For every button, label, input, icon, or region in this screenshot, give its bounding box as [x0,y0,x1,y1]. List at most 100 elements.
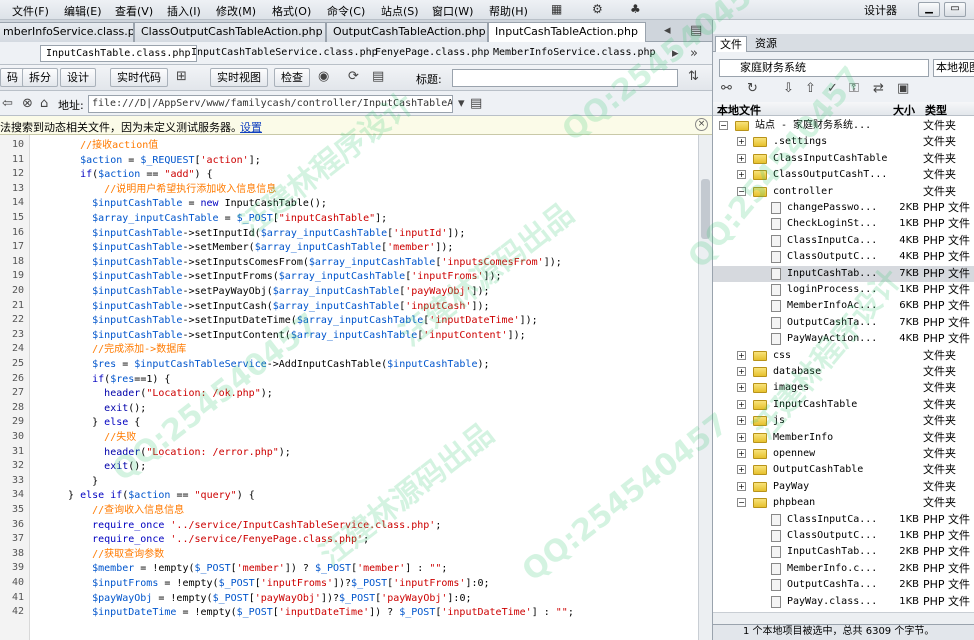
file-management-icon[interactable]: ⇅ [688,69,699,84]
tree-file-row[interactable]: InputCashTab... 7KB PHP 文件 [713,265,974,282]
expand-icon[interactable]: + [737,367,746,376]
maximize-icon[interactable]: ▭ [944,2,966,17]
tree-folder-row[interactable]: − controller 文件夹 [713,184,974,200]
view-select[interactable]: 本地视图 [933,59,974,77]
tab-scroll-left-icon[interactable]: ◂ [664,23,671,38]
close-icon[interactable]: × [695,118,708,131]
code-line[interactable]: $inputFroms = !empty($_POST['inputFroms'… [56,577,489,591]
tree-folder-row[interactable]: + images 文件夹 [713,380,974,396]
code-line[interactable]: } else { [56,416,140,430]
code-line[interactable]: } [56,475,98,489]
code-line[interactable]: $inputCashTable->setInputCash($array_inp… [56,300,489,314]
tree-file-row[interactable]: PayWayAction... 4KB PHP 文件 [713,331,974,347]
code-line[interactable]: //查询收入信息信息 [56,504,184,518]
expand-icon[interactable]: + [737,465,746,475]
menu-item-1[interactable]: 编辑(E) [64,3,102,19]
visual-aids-icon[interactable]: ▤ [372,69,384,84]
collapse-icon[interactable]: − [719,121,728,130]
tree-folder-row[interactable]: + OutputCashTable 文件夹 [713,462,974,478]
inspect-button[interactable]: 检查 [274,68,310,87]
expand-icon[interactable]: ▣ [897,81,909,96]
tree-file-row[interactable]: ClassInputCa... 4KB PHP 文件 [713,233,974,249]
address-input[interactable]: file:///D|/AppServ/www/familycash/contro… [88,95,453,113]
related-file-1[interactable]: InputCashTableService.class.php [186,45,383,62]
related-file-3[interactable]: MemberInfoService.class.php [488,45,661,62]
menu-item-4[interactable]: 修改(M) [216,3,256,19]
editor-scrollbar[interactable] [698,135,712,640]
tab-document-3[interactable]: InputCashTableAction.php× [488,22,646,43]
site-icon[interactable]: ♣ [630,2,641,16]
expand-icon[interactable]: + [737,449,746,458]
stop-icon[interactable]: ⊗ [22,96,33,111]
menu-item-7[interactable]: 站点(S) [381,3,419,19]
refresh-icon[interactable]: ⟳ [348,69,359,84]
code-line[interactable]: $inputCashTable->setPayWayObj($array_inp… [56,285,489,299]
menu-item-9[interactable]: 帮助(H) [489,3,528,19]
tab-document-0[interactable]: mberInfoService.class.php× [0,22,134,42]
code-line[interactable]: //失败 [56,431,136,445]
browser-preview-icon[interactable]: ◉ [318,69,329,84]
menu-item-8[interactable]: 窗口(W) [432,3,473,19]
code-line[interactable]: exit(); [56,402,146,416]
related-next-icon[interactable]: ▸ [672,46,679,61]
tree-folder-row[interactable]: + .settings 文件夹 [713,134,974,150]
panel-tab-assets[interactable]: 资源 [751,36,781,52]
refresh-icon[interactable]: ↻ [747,81,758,96]
tree-horizontal-scrollbar[interactable] [713,612,974,624]
code-line[interactable]: if($action == "add") { [56,168,213,182]
code-line[interactable]: $inputDateTime = !empty($_POST['inputDat… [56,606,574,620]
design-view-button[interactable]: 设计 [60,68,96,87]
expand-icon[interactable]: + [737,399,746,409]
minimize-icon[interactable]: ▁ [918,2,940,17]
tree-file-row[interactable]: OutputCashTa... 7KB PHP 文件 [713,315,974,331]
tree-folder-row[interactable]: − phpbean 文件夹 [713,495,974,511]
tree-folder-row[interactable]: + ClassInputCashTable 文件夹 [713,151,974,167]
address-dropdown-icon[interactable]: ▾ [458,96,465,111]
tree-file-row[interactable]: loginProcess... 1KB PHP 文件 [713,282,974,298]
code-line[interactable]: //获取查询参数 [56,548,164,562]
tree-folder-row[interactable]: + opennew 文件夹 [713,446,974,462]
expand-icon[interactable]: + [737,153,746,163]
code-line[interactable]: $inputCashTable->setInputDateTime($array… [56,314,538,328]
menu-item-5[interactable]: 格式(O) [272,3,311,19]
code-line[interactable]: //完成添加->数据库 [56,343,186,357]
check-in-icon[interactable]: ⚿ [849,81,859,96]
expand-icon[interactable]: + [737,137,746,147]
related-file-2[interactable]: FenyePage.class.php [370,45,494,62]
code-line[interactable]: if($res==1) { [56,373,170,387]
code-line[interactable]: $inputCashTable = new InputCashTable(); [56,197,327,211]
tree-folder-row[interactable]: + js 文件夹 [713,413,974,429]
setup-link[interactable]: 设置 [240,119,262,135]
code-line[interactable]: exit(); [56,460,146,474]
panel-tab-file[interactable]: 文件 [715,36,747,52]
code-line[interactable]: } else if($action == "query") { [56,489,255,503]
tab-document-1[interactable]: ClassOutputCashTableAction.php× [134,22,326,42]
code-line[interactable]: //说明用户希望执行添加收入信息信息 [56,183,276,197]
menu-item-6[interactable]: 命令(C) [327,3,365,19]
tab-list-icon[interactable]: ▤ [690,23,702,38]
back-icon[interactable]: ⇦ [2,96,13,111]
code-editor[interactable]: 10 11 12 13 14 15 16 17 18 19 20 21 22 23 24 25 26 27 28 29… [0,135,698,640]
code-line[interactable]: $inputCashTable->setMember($array_inputC… [56,241,453,255]
tree-file-row[interactable]: changePasswo... 2KB PHP 文件 [713,200,974,216]
site-select[interactable]: 家庭财务系统 [719,59,929,77]
inspect-grid-icon[interactable]: ⊞ [176,69,187,84]
tree-file-row[interactable]: MemberInfo.c... 2KB PHP 文件 [713,561,974,577]
tree-folder-row[interactable]: − 站点 - 家庭财务系统... 文件夹 [713,118,974,134]
code-line[interactable]: header("Location: /error.php"); [56,446,291,460]
split-view-button[interactable]: 拆分 [22,68,58,87]
tree-file-row[interactable]: PayWay.class... 1KB PHP 文件 [713,594,974,610]
code-line[interactable]: $inputCashTable->setInputFroms($array_in… [56,270,501,284]
menu-item-0[interactable]: 文件(F) [12,3,49,19]
code-line[interactable]: header("Location: /ok.php"); [56,387,273,401]
tree-file-row[interactable]: ClassOutputC... 1KB PHP 文件 [713,528,974,544]
connect-icon[interactable]: ⚯ [721,81,732,96]
get-files-icon[interactable]: ⇩ [783,81,794,96]
tree-folder-row[interactable]: + PayWay 文件夹 [713,479,974,495]
extend-icon[interactable]: ⚙ [592,2,603,16]
expand-icon[interactable]: + [737,432,746,442]
scrollbar-thumb[interactable] [701,179,710,239]
code-line[interactable]: require_once '../service/InputCashTableS… [56,519,441,533]
tree-file-row[interactable]: ClassInputCa... 1KB PHP 文件 [713,512,974,528]
menu-item-3[interactable]: 插入(I) [167,3,201,19]
